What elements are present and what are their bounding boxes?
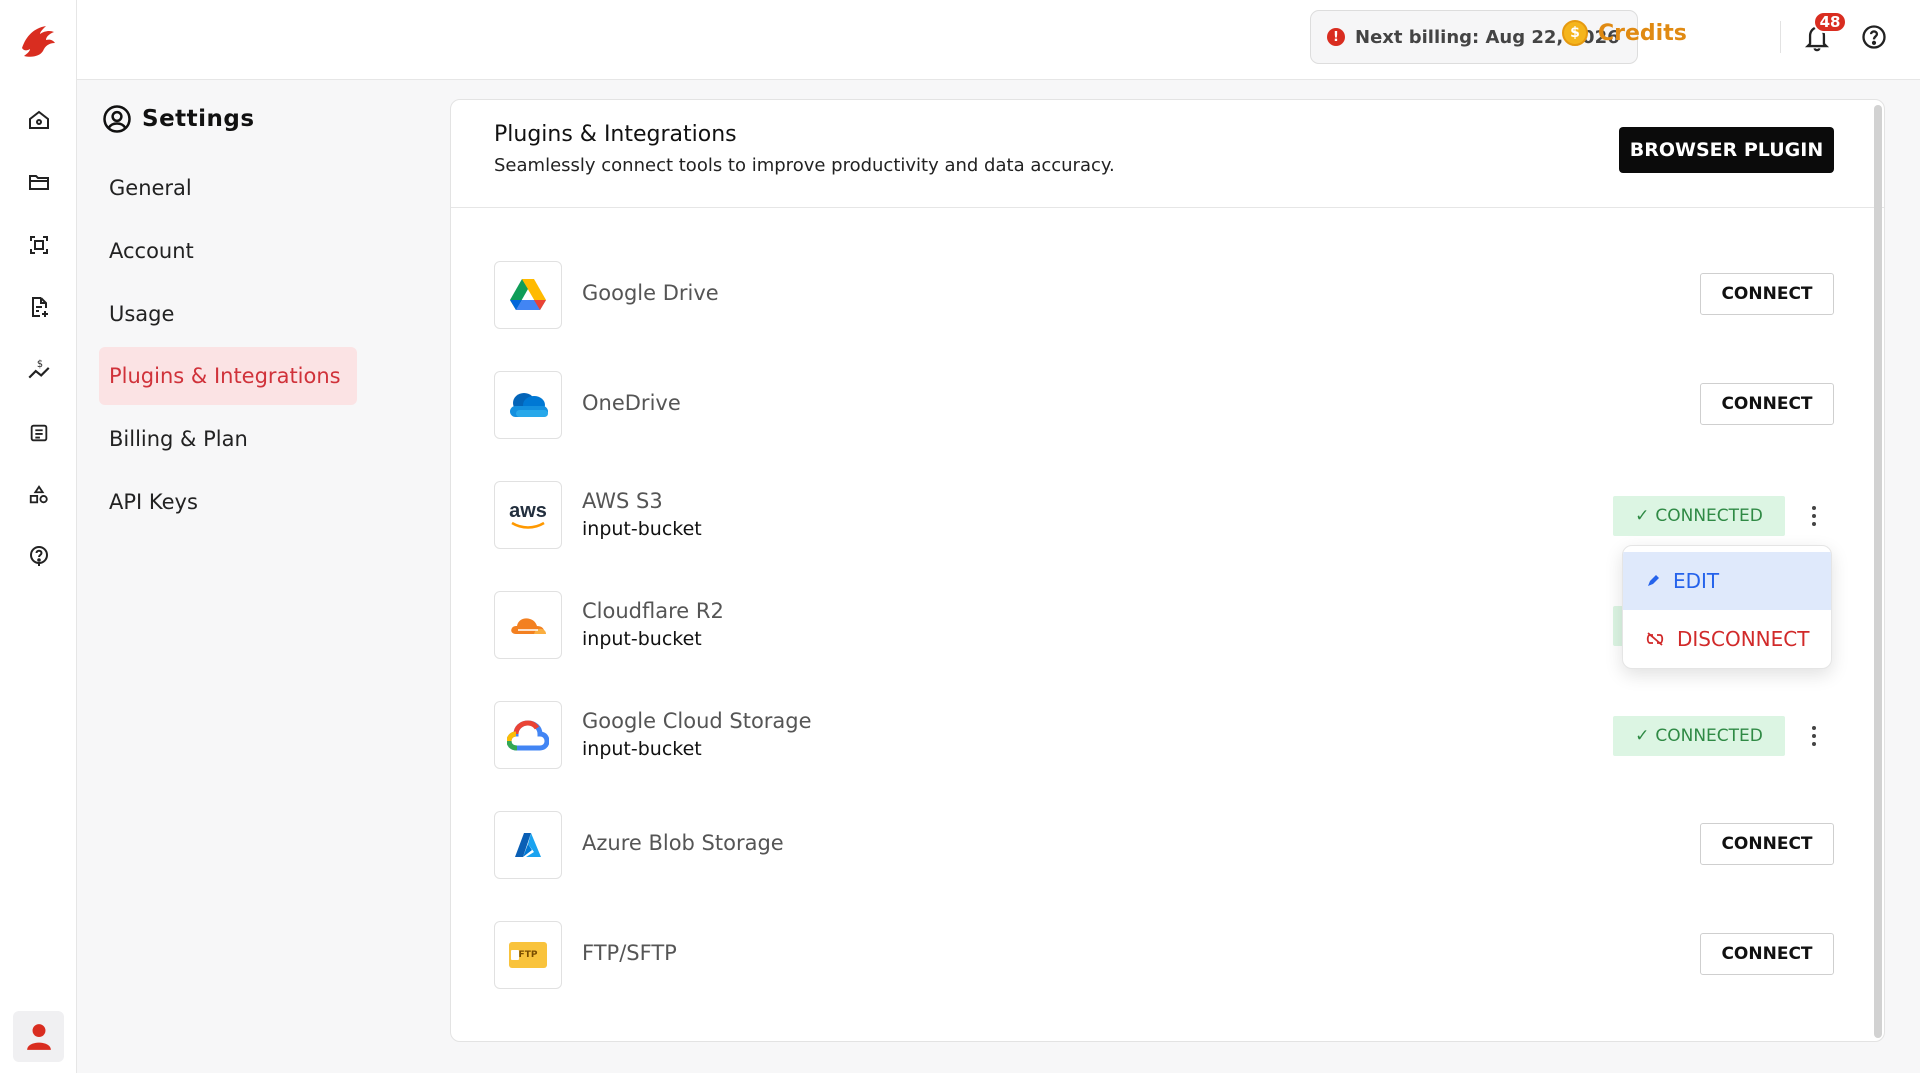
connect-ftp-button[interactable]: CONNECT <box>1700 933 1834 975</box>
user-circle-icon <box>103 105 131 133</box>
aws-logo: aws <box>494 481 562 549</box>
unlink-icon <box>1646 632 1664 646</box>
integration-name: AWS S3 <box>582 489 663 513</box>
ftp-logo-text: FTP <box>518 950 538 960</box>
connected-badge: ✓ CONNECTED <box>1613 716 1785 756</box>
nav-billing-plan[interactable]: Billing & Plan <box>99 410 357 468</box>
user-icon <box>26 1023 51 1050</box>
connect-onedrive-button[interactable]: CONNECT <box>1700 383 1834 425</box>
google-drive-logo <box>494 261 562 329</box>
aws-logo-text: aws <box>509 500 547 522</box>
integration-row: Google Cloud Storage input-bucket ✓ CONN… <box>494 701 1834 769</box>
bucket-name: input-bucket <box>582 628 702 650</box>
coin-icon: $ <box>1562 20 1588 46</box>
home-icon[interactable] <box>24 105 54 135</box>
svg-text:$: $ <box>37 359 43 370</box>
scan-icon[interactable] <box>24 230 54 260</box>
browser-plugin-button[interactable]: BROWSER PLUGIN <box>1619 127 1834 173</box>
nav-api-keys[interactable]: API Keys <box>99 473 357 531</box>
notifications-count-badge: 48 <box>1813 11 1847 33</box>
integration-name: FTP/SFTP <box>582 941 677 965</box>
nav-plugins-integrations[interactable]: Plugins & Integrations <box>99 347 357 405</box>
integration-name: Azure Blob Storage <box>582 831 784 855</box>
azure-logo <box>494 811 562 879</box>
alert-icon: ! <box>1327 28 1345 46</box>
connected-badge: ✓ CONNECTED <box>1613 496 1785 536</box>
integration-name: Google Drive <box>582 281 719 305</box>
app-logo[interactable] <box>16 18 60 62</box>
folder-icon[interactable] <box>24 167 54 197</box>
check-icon: ✓ <box>1635 506 1650 526</box>
cloudflare-logo <box>494 591 562 659</box>
integration-name: OneDrive <box>582 391 681 415</box>
bucket-name: input-bucket <box>582 518 702 540</box>
card-header: Plugins & Integrations Seamlessly connec… <box>451 100 1884 208</box>
shapes-icon[interactable] <box>24 480 54 510</box>
more-options-icon[interactable] <box>1804 499 1824 533</box>
document-add-icon[interactable] <box>24 292 54 322</box>
settings-heading: Settings <box>102 104 255 134</box>
integration-row: OneDrive CONNECT <box>494 371 1834 439</box>
settings-title: Settings <box>142 106 255 132</box>
connect-google-drive-button[interactable]: CONNECT <box>1700 273 1834 315</box>
integration-name: Google Cloud Storage <box>582 709 812 733</box>
ftp-logo: FTP <box>494 921 562 989</box>
nav-general[interactable]: General <box>99 159 357 217</box>
user-avatar-button[interactable] <box>13 1011 64 1062</box>
connect-azure-button[interactable]: CONNECT <box>1700 823 1834 865</box>
integration-row: FTP FTP/SFTP CONNECT <box>494 921 1834 989</box>
help-circle-icon[interactable] <box>24 541 54 571</box>
list-icon[interactable] <box>24 418 54 448</box>
check-icon: ✓ <box>1635 726 1650 746</box>
help-icon[interactable] <box>1860 23 1890 53</box>
page-title: Plugins & Integrations <box>494 122 737 147</box>
onedrive-logo <box>494 371 562 439</box>
pencil-icon <box>1648 575 1659 586</box>
integration-row: Google Drive CONNECT <box>494 261 1834 329</box>
integration-row: aws AWS S3 input-bucket ✓ CONNECTED <box>494 481 1834 549</box>
nav-account[interactable]: Account <box>99 222 357 280</box>
integration-name: Cloudflare R2 <box>582 599 724 623</box>
pricing-flow-icon[interactable]: $ <box>24 355 54 385</box>
google-cloud-logo <box>494 701 562 769</box>
edit-menu-item[interactable]: EDIT <box>1623 552 1831 610</box>
integration-actions-menu: EDIT DISCONNECT <box>1622 545 1832 669</box>
left-rail: $ <box>0 0 77 1073</box>
topbar-divider <box>1780 21 1781 53</box>
more-options-icon[interactable] <box>1804 719 1824 753</box>
disconnect-menu-item[interactable]: DISCONNECT <box>1623 610 1831 668</box>
credits-button[interactable]: $ Credits <box>1562 20 1687 46</box>
credits-label: Credits <box>1598 20 1687 46</box>
integration-row: Azure Blob Storage CONNECT <box>494 811 1834 879</box>
scrollbar[interactable] <box>1874 105 1882 1038</box>
bucket-name: input-bucket <box>582 738 702 760</box>
nav-usage[interactable]: Usage <box>99 285 357 343</box>
page-subtitle: Seamlessly connect tools to improve prod… <box>494 155 1115 176</box>
